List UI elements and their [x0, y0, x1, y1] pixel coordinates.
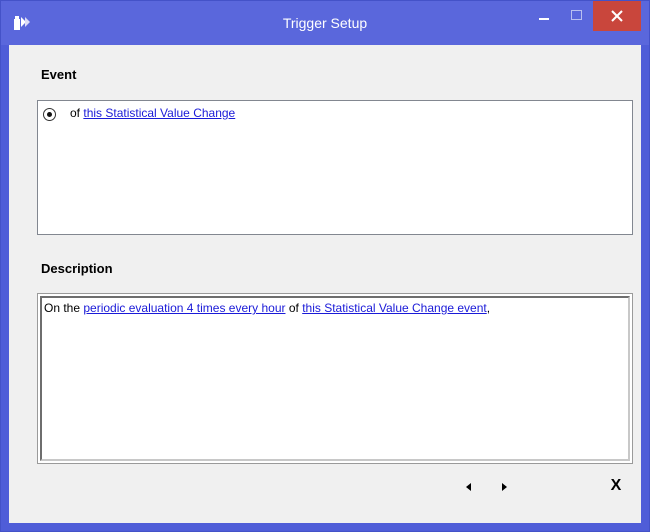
- event-statistical-value-change-link[interactable]: this Statistical Value Change: [83, 106, 235, 120]
- previous-button[interactable]: [457, 475, 481, 499]
- description-text: On the periodic evaluation 4 times every…: [44, 301, 490, 315]
- periodic-evaluation-link[interactable]: periodic evaluation 4 times every hour: [83, 301, 285, 315]
- statistical-value-change-event-link[interactable]: this Statistical Value Change event: [302, 301, 487, 315]
- close-icon: [611, 10, 623, 22]
- minimize-button[interactable]: [529, 1, 559, 31]
- trigger-setup-window: Trigger Setup Event of this Statistical …: [0, 0, 650, 532]
- next-button[interactable]: [492, 475, 516, 499]
- dialog-body: Event of this Statistical Value Change D…: [9, 45, 641, 523]
- minimize-icon: [539, 18, 549, 20]
- description-section-label: Description: [41, 261, 113, 276]
- triangle-right-icon: [502, 483, 507, 491]
- description-text-3: ,: [486, 301, 491, 315]
- maximize-button[interactable]: [561, 1, 591, 31]
- maximize-icon: [571, 10, 582, 20]
- description-text-1: On the: [44, 301, 81, 315]
- event-option: of this Statistical Value Change: [70, 106, 235, 120]
- event-option-prefix: of: [70, 106, 81, 120]
- event-section-label: Event: [41, 67, 77, 82]
- description-text-2: of: [288, 301, 299, 315]
- triangle-left-icon: [466, 483, 471, 491]
- close-dialog-button[interactable]: X: [603, 473, 629, 499]
- radio-selected-dot: [47, 112, 52, 117]
- close-window-button[interactable]: [593, 1, 641, 31]
- description-box: On the periodic evaluation 4 times every…: [37, 293, 633, 464]
- title-bar[interactable]: Trigger Setup: [1, 1, 649, 45]
- event-radio-button[interactable]: [43, 108, 56, 121]
- event-list[interactable]: of this Statistical Value Change: [37, 100, 633, 235]
- description-inner-frame: On the periodic evaluation 4 times every…: [40, 296, 630, 461]
